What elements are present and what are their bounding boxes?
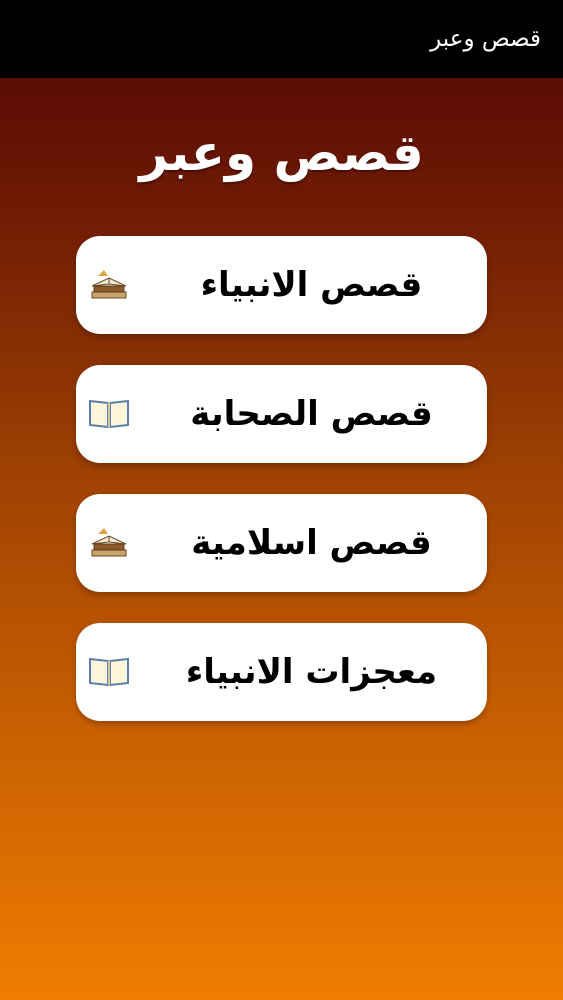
menu-item-label: معجزات الانبياء <box>185 652 438 692</box>
prophets-miracles-button[interactable]: معجزات الانبياء <box>76 623 487 721</box>
app-bar: قصص وعبر <box>0 0 563 78</box>
open-book-icon <box>89 657 129 687</box>
companions-stories-button[interactable]: قصص الصحابة <box>76 365 487 463</box>
books-stack-icon <box>91 528 127 557</box>
main-menu: قصص الانبياء قصص الصحابة قصص اسلامية معج… <box>76 236 487 752</box>
menu-item-label: قصص اسلامية <box>191 523 432 563</box>
menu-item-label: قصص الصحابة <box>190 394 433 434</box>
books-stack-icon <box>91 270 127 299</box>
islamic-stories-button[interactable]: قصص اسلامية <box>76 494 487 592</box>
page-title: قصص وعبر <box>139 124 424 182</box>
open-book-icon <box>89 399 129 429</box>
prophets-stories-button[interactable]: قصص الانبياء <box>76 236 487 334</box>
app-bar-title: قصص وعبر <box>430 26 541 52</box>
menu-item-label: قصص الانبياء <box>200 265 423 305</box>
